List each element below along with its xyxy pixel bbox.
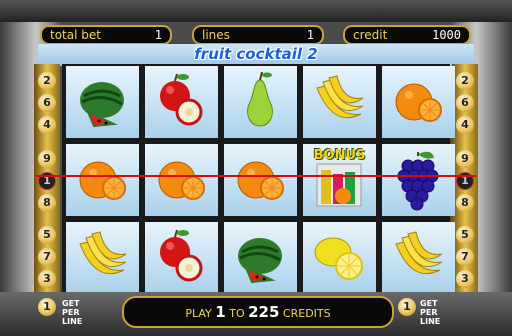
get-per-line-label-right: GET PER LINE [420,299,441,326]
apple-icon [160,229,203,282]
total-bet-label: total bet [50,28,101,42]
credit-panel: credit 1000 [343,25,471,45]
payline-1 [36,175,476,177]
right-line-button-7[interactable]: 7 [456,248,474,266]
left-line-button-9[interactable]: 9 [38,150,56,168]
bonus-label: BONUS [313,148,366,163]
left-line-button-5[interactable]: 5 [38,226,56,244]
play-credits: CREDITS [282,307,331,320]
orange-icon [79,161,126,200]
right-line-button-2[interactable]: 2 [456,72,474,90]
left-line-button-2[interactable]: 2 [38,72,56,90]
reel-cell-pear [224,66,297,138]
credit-label: credit [353,28,388,42]
watermelon-icon [238,238,282,284]
left-line-button-8[interactable]: 8 [38,194,56,212]
reel-cell-banana [66,222,139,294]
play-to: TO [229,307,245,320]
banana-icon [79,231,127,275]
orange-icon [395,83,442,122]
play-credits-display[interactable]: PLAY 1 TO 225 CREDITS [122,296,394,328]
lines-button[interactable]: 1 [398,298,416,316]
grapes-icon [397,151,439,211]
orange-icon [237,161,284,200]
pear-icon [247,71,273,127]
reel-cell-banana [303,66,376,138]
lines-value: 1 [306,28,314,42]
play-max: 225 [248,303,280,321]
reel-cell-banana [382,222,455,294]
reel-cell-apple [145,66,218,138]
right-line-button-4[interactable]: 4 [456,116,474,134]
total-bet-value: 1 [154,28,162,42]
left-line-button-4[interactable]: 4 [38,116,56,134]
reel-cell-orange [66,144,139,216]
reel-cell-grapes [382,144,455,216]
right-line-button-6[interactable]: 6 [456,94,474,112]
lemon-icon [314,237,363,280]
bet-line-button[interactable]: 1 [38,298,56,316]
right-line-button-5[interactable]: 5 [456,226,474,244]
left-line-button-7[interactable]: 7 [38,248,56,266]
play-text: PLAY [185,307,212,320]
banana-icon [316,75,364,119]
reel-cell-orange [145,144,218,216]
reel-cell-orange [382,66,455,138]
right-line-button-9[interactable]: 9 [456,150,474,168]
play-min: 1 [215,303,226,321]
left-line-button-6[interactable]: 6 [38,94,56,112]
watermelon-icon [80,82,124,128]
game-title: fruit cocktail 2 [194,45,318,63]
reel-cell-orange [224,144,297,216]
total-bet-panel: total bet 1 [40,25,172,45]
reel-cell-bonus: BONUS [303,144,376,216]
left-line-button-3[interactable]: 3 [38,270,56,288]
orange-icon [158,161,205,200]
apple-icon [160,73,203,126]
get-per-line-label-left: GET PER LINE [62,299,83,326]
credit-value: 1000 [432,28,461,42]
banana-icon [395,231,443,275]
right-line-button-3[interactable]: 3 [456,270,474,288]
reel-cell-watermelon [66,66,139,138]
reel-cell-lemon [303,222,376,294]
reels-area: BONUS [62,64,455,294]
right-line-button-8[interactable]: 8 [456,194,474,212]
lines-label: lines [202,28,230,42]
reel-cell-watermelon [224,222,297,294]
lines-panel: lines 1 [192,25,324,45]
reel-cell-apple [145,222,218,294]
top-bar [0,0,512,22]
